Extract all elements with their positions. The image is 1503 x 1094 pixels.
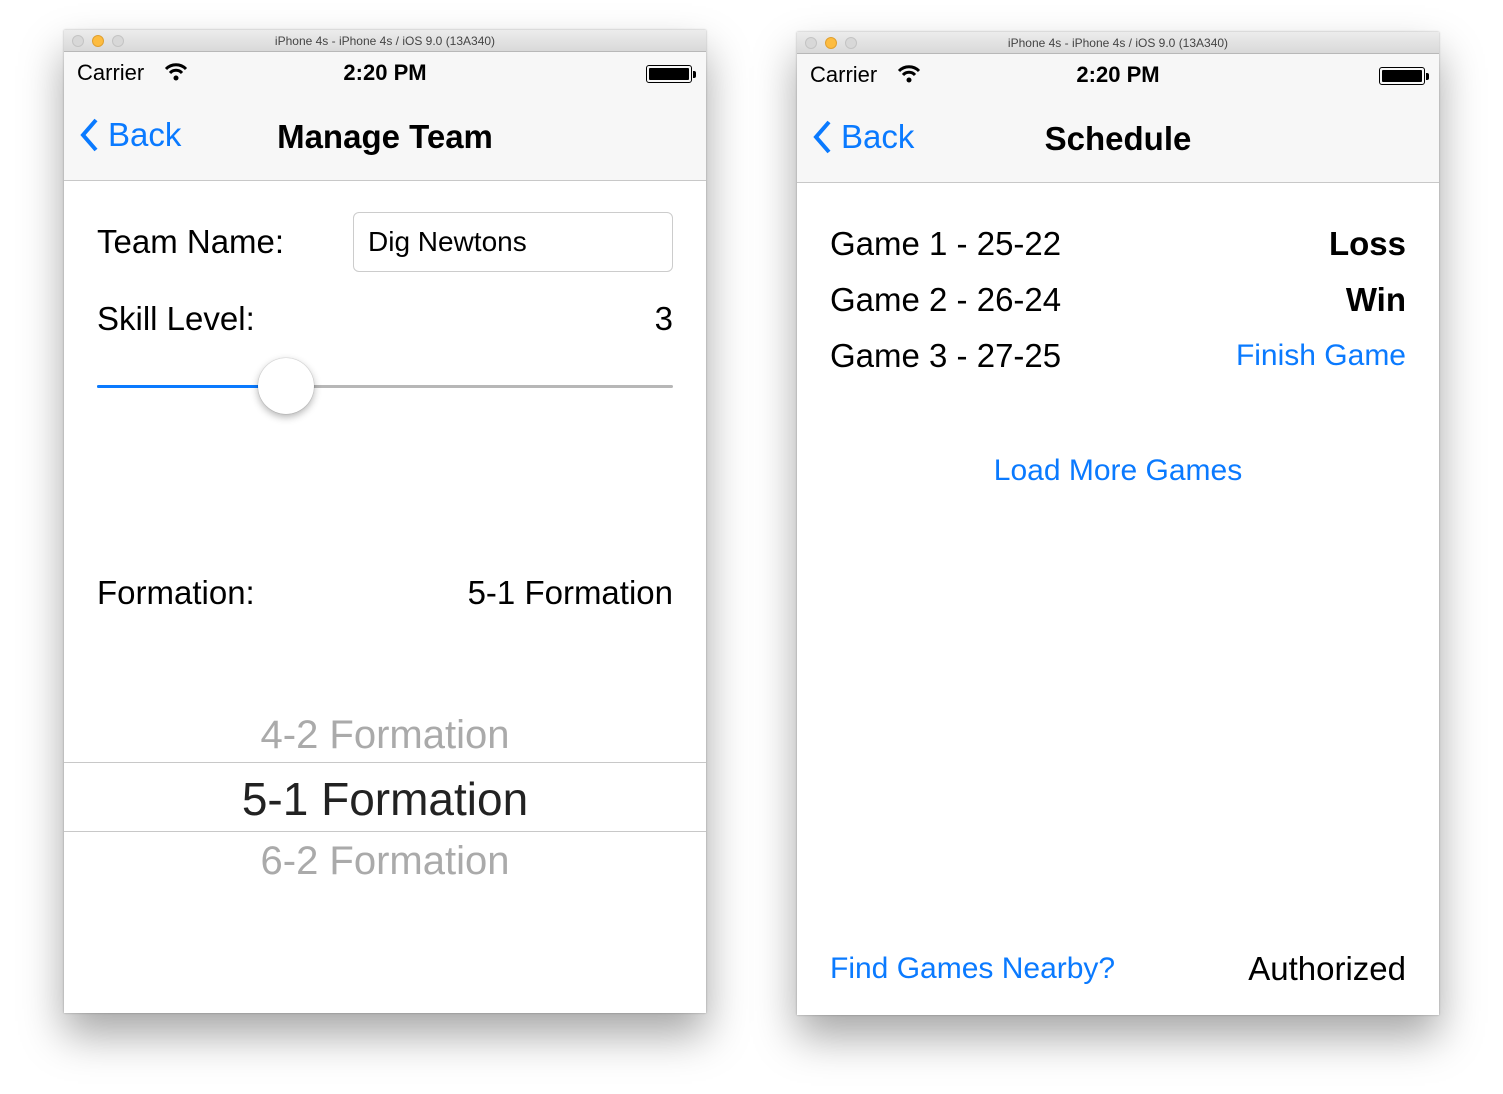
- game-result: Loss: [1328, 225, 1406, 262]
- chevron-left-icon: [80, 118, 98, 152]
- minimize-button[interactable]: [825, 37, 837, 49]
- simulator-window-manage-team: iPhone 4s - iPhone 4s / iOS 9.0 (13A340)…: [64, 30, 706, 1013]
- picker-option-selected[interactable]: 5-1 Formation: [64, 772, 706, 826]
- picker-divider: [64, 762, 706, 763]
- team-name-label: Team Name:: [97, 223, 285, 260]
- status-bar: Carrier 2:20 PM: [64, 52, 706, 94]
- chevron-left-icon: [813, 120, 831, 154]
- minimize-button[interactable]: [92, 35, 104, 47]
- load-more-games-button[interactable]: Load More Games: [797, 454, 1439, 488]
- formation-value: 5-1 Formation: [467, 574, 673, 611]
- slider-thumb[interactable]: [258, 358, 315, 414]
- team-name-input[interactable]: [353, 212, 673, 272]
- back-label: Back: [108, 116, 182, 153]
- skill-level-slider[interactable]: [97, 358, 673, 414]
- formation-picker[interactable]: 4-2 Formation 5-1 Formation 6-2 Formatio…: [64, 700, 706, 930]
- close-button[interactable]: [72, 35, 84, 47]
- window-titlebar: iPhone 4s - iPhone 4s / iOS 9.0 (13A340): [64, 30, 706, 52]
- close-button[interactable]: [805, 37, 817, 49]
- skill-level-value: 3: [654, 300, 673, 337]
- picker-divider: [64, 831, 706, 832]
- zoom-button[interactable]: [112, 35, 124, 47]
- picker-option[interactable]: 6-2 Formation: [64, 839, 706, 884]
- authorization-status: Authorized: [1248, 950, 1406, 987]
- formation-label: Formation:: [97, 574, 255, 611]
- back-label: Back: [841, 118, 915, 155]
- zoom-button[interactable]: [845, 37, 857, 49]
- navigation-bar: Schedule Back: [797, 96, 1439, 183]
- game-result: Win: [1345, 281, 1406, 318]
- find-games-nearby-button[interactable]: Find Games Nearby?: [830, 952, 1115, 986]
- battery-icon: [1379, 67, 1429, 85]
- window-title: iPhone 4s - iPhone 4s / iOS 9.0 (13A340): [274, 34, 496, 48]
- status-time: 2:20 PM: [343, 60, 427, 85]
- back-button[interactable]: Back: [80, 116, 181, 154]
- window-title: iPhone 4s - iPhone 4s / iOS 9.0 (13A340): [1007, 36, 1229, 50]
- skill-level-label: Skill Level:: [97, 300, 255, 337]
- status-bar: Carrier 2:20 PM: [797, 54, 1439, 96]
- finish-game-button[interactable]: Finish Game: [1236, 339, 1406, 373]
- simulator-window-schedule: iPhone 4s - iPhone 4s / iOS 9.0 (13A340)…: [797, 32, 1439, 1015]
- picker-option[interactable]: 4-2 Formation: [64, 713, 706, 758]
- window-titlebar: iPhone 4s - iPhone 4s / iOS 9.0 (13A340): [797, 32, 1439, 54]
- navigation-bar: Manage Team Back: [64, 94, 706, 181]
- status-time: 2:20 PM: [1076, 62, 1160, 87]
- game-label: Game 2 - 26-24: [830, 281, 1062, 318]
- battery-icon: [646, 65, 696, 83]
- game-label: Game 1 - 25-22: [830, 225, 1062, 262]
- game-label: Game 3 - 27-25: [830, 337, 1062, 374]
- back-button[interactable]: Back: [813, 118, 914, 156]
